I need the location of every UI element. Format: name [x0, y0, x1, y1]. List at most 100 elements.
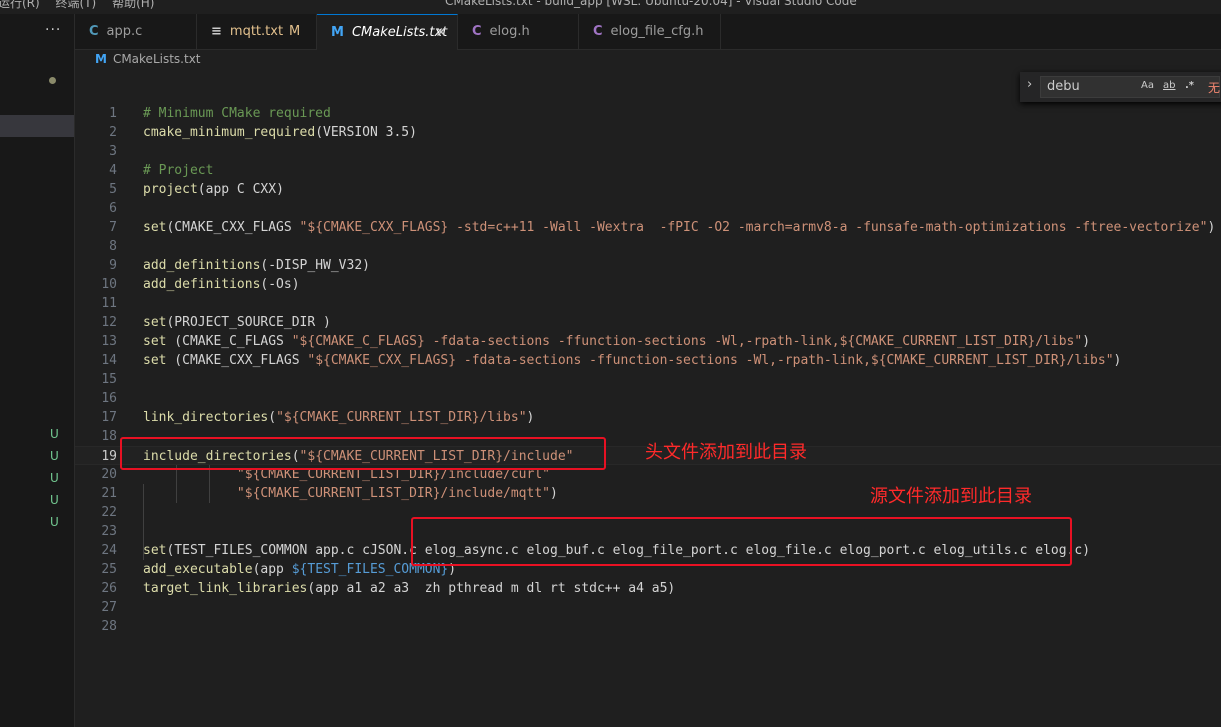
code-line[interactable]: 21 "${CMAKE_CURRENT_LIST_DIR}/include/mq…	[75, 484, 1221, 503]
toggle-replace-chevron-icon[interactable]: ›	[1027, 77, 1032, 92]
line-number: 20	[101, 467, 117, 482]
code-token: set	[143, 353, 167, 368]
code-token: (CMAKE_CXX_FLAGS	[166, 220, 300, 235]
menu-terminal[interactable]: 终端(T)	[56, 0, 97, 10]
code-line[interactable]: 10 add_definitions(-Os)	[75, 275, 1221, 294]
code-line[interactable]: 9 add_definitions(-DISP_HW_V32)	[75, 256, 1221, 275]
code-token: (	[268, 410, 277, 425]
code-line[interactable]: 2 cmake_minimum_required(VERSION 3.5)	[75, 123, 1221, 142]
line-text: set(PROJECT_SOURCE_DIR )	[143, 313, 331, 332]
line-number: 18	[101, 429, 117, 444]
breadcrumb-item[interactable]: CMakeLists.txt	[113, 52, 201, 66]
line-number: 2	[109, 125, 117, 140]
line-number: 8	[109, 239, 117, 254]
code-token: cmake_minimum_required	[143, 125, 316, 140]
line-text: # Project	[143, 161, 213, 180]
unsaved-dot-icon	[49, 77, 56, 84]
regex-icon[interactable]: .*	[1185, 80, 1194, 91]
text-file-icon: ≡	[211, 24, 222, 39]
line-text: link_directories("${CMAKE_CURRENT_LIST_D…	[143, 408, 534, 427]
line-number: 22	[101, 505, 117, 520]
code-line[interactable]: 1 # Minimum CMake required	[75, 104, 1221, 123]
line-number: 15	[101, 372, 117, 387]
tab-app-c[interactable]: C app.c	[75, 14, 197, 49]
tab-mqtt-txt[interactable]: ≡ mqtt.txt M	[197, 14, 317, 49]
line-number: 13	[101, 334, 117, 349]
menu-run[interactable]: 运行(R)	[0, 0, 40, 10]
code-token: )	[1082, 334, 1091, 349]
source-files-highlight-box	[411, 517, 1072, 566]
find-input-value: debu	[1047, 79, 1080, 94]
find-widget: › debu Aa ab .* 无	[1020, 72, 1221, 102]
code-line[interactable]: 5 project(app C CXX)	[75, 180, 1221, 199]
code-line[interactable]: 17 link_directories("${CMAKE_CURRENT_LIST…	[75, 408, 1221, 427]
line-number: 11	[101, 296, 117, 311]
code-line[interactable]: 11	[75, 294, 1221, 313]
git-untracked-badge: U	[50, 515, 59, 529]
match-case-icon[interactable]: Aa	[1141, 80, 1154, 91]
code-line[interactable]: 14 set (CMAKE_CXX_FLAGS "${CMAKE_CXX_FLAG…	[75, 351, 1221, 370]
code-token: add_definitions	[143, 277, 261, 292]
code-token: (PROJECT_SOURCE_DIR )	[166, 315, 331, 330]
line-text: set (CMAKE_CXX_FLAGS "${CMAKE_CXX_FLAGS}…	[143, 351, 1121, 370]
line-number: 1	[109, 106, 117, 121]
code-token: (-DISP_HW_V32)	[260, 258, 370, 273]
tab-cmakelists[interactable]: M CMakeLists.txt ✕	[317, 14, 458, 50]
code-line[interactable]: 6	[75, 199, 1221, 218]
c-file-icon: C	[89, 24, 99, 39]
code-line[interactable]: 15	[75, 370, 1221, 389]
code-token: set	[143, 334, 167, 349]
breadcrumb: M CMakeLists.txt	[95, 52, 201, 66]
code-token: "${CMAKE_C_FLAGS} -fdata-sections -ffunc…	[291, 334, 1083, 349]
code-token: (CMAKE_C_FLAGS	[166, 334, 292, 349]
more-actions-icon[interactable]: ···	[45, 22, 61, 38]
line-number: 5	[109, 182, 117, 197]
code-token: )	[1207, 220, 1216, 235]
line-text: add_executable(app ${TEST_FILES_COMMON})	[143, 560, 456, 579]
line-number: 25	[101, 562, 117, 577]
line-number: 3	[109, 144, 117, 159]
code-line[interactable]: 28	[75, 617, 1221, 636]
tab-label: app.c	[106, 24, 143, 39]
line-text: "${CMAKE_CURRENT_LIST_DIR}/include/mqtt"…	[143, 484, 558, 503]
line-number: 9	[109, 258, 117, 273]
code-token: "${CMAKE_CURRENT_LIST_DIR}/include/mqtt"	[143, 486, 550, 501]
code-line[interactable]: 13 set (CMAKE_C_FLAGS "${CMAKE_C_FLAGS} -…	[75, 332, 1221, 351]
selected-file-row[interactable]	[0, 115, 74, 137]
close-icon[interactable]: ✕	[435, 25, 447, 41]
code-token: target_link_libraries	[143, 581, 308, 596]
code-line[interactable]: 7 set(CMAKE_CXX_FLAGS "${CMAKE_CXX_FLAGS}…	[75, 218, 1221, 237]
git-untracked-badge: U	[50, 471, 59, 485]
code-line[interactable]: 3	[75, 142, 1221, 161]
code-token: # Minimum CMake required	[143, 106, 331, 121]
line-text: add_definitions(-Os)	[143, 275, 300, 294]
code-line[interactable]: 4 # Project	[75, 161, 1221, 180]
tab-label: elog_file_cfg.h	[610, 24, 704, 39]
git-untracked-badge: U	[50, 427, 59, 441]
menu-bar: 运行(R) 终端(T) 帮助(H)	[0, 0, 166, 11]
menu-help[interactable]: 帮助(H)	[112, 0, 154, 10]
code-token: set	[143, 220, 167, 235]
code-line[interactable]: 26 target_link_libraries(app a1 a2 a3 zh …	[75, 579, 1221, 598]
line-number: 14	[101, 353, 117, 368]
code-token: add_definitions	[143, 258, 261, 273]
line-text: add_definitions(-DISP_HW_V32)	[143, 256, 370, 275]
tab-label: CMakeLists.txt	[351, 25, 448, 40]
code-token: "${CMAKE_CXX_FLAGS} -fdata-sections -ffu…	[307, 353, 1114, 368]
code-token: set	[143, 543, 167, 558]
code-token: set	[143, 315, 167, 330]
modified-badge: M	[289, 24, 301, 39]
whole-word-icon[interactable]: ab	[1163, 80, 1175, 91]
tab-elog-file-cfg-h[interactable]: C elog_file_cfg.h	[579, 14, 721, 49]
code-token: link_directories	[143, 410, 269, 425]
code-line[interactable]: 27	[75, 598, 1221, 617]
code-line[interactable]: 8	[75, 237, 1221, 256]
line-text: project(app C CXX)	[143, 180, 284, 199]
code-line[interactable]: 16	[75, 389, 1221, 408]
line-number: 4	[109, 163, 117, 178]
code-line[interactable]: 12 set(PROJECT_SOURCE_DIR )	[75, 313, 1221, 332]
cmake-file-icon: M	[95, 52, 107, 66]
line-text: set(CMAKE_CXX_FLAGS "${CMAKE_CXX_FLAGS} …	[143, 218, 1215, 237]
tab-elog-h[interactable]: C elog.h	[458, 14, 579, 49]
find-result-count: 无	[1208, 81, 1221, 95]
